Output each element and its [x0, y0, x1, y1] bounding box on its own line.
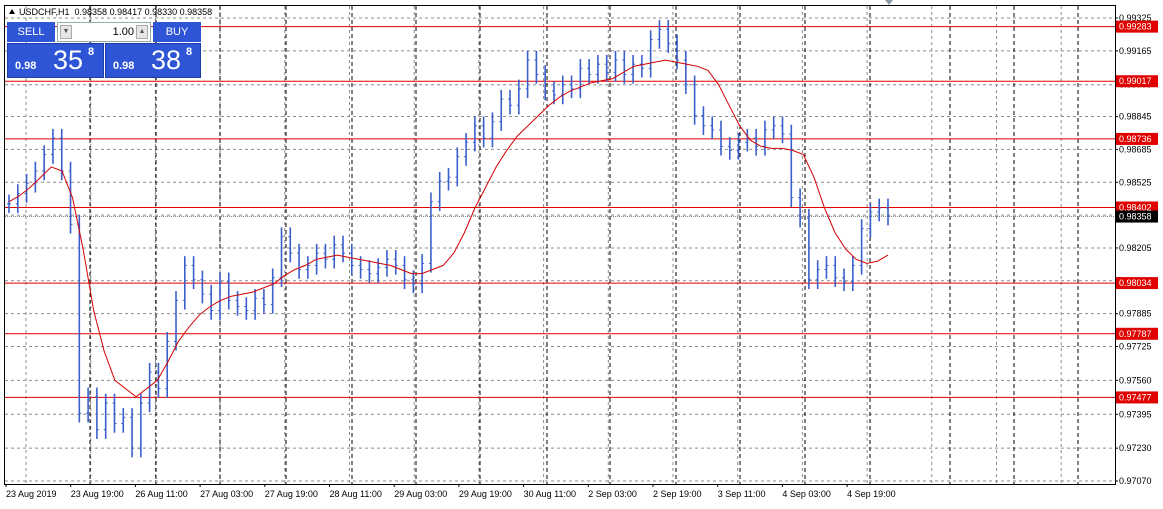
x-tick-label: 23 Aug 19:00: [71, 489, 124, 499]
price-bars: [7, 20, 890, 458]
current-price-label: 0.98358: [1119, 212, 1152, 222]
lot-size-stepper[interactable]: ▼ ▲: [57, 22, 151, 42]
lot-increase-icon[interactable]: ▲: [136, 25, 148, 39]
y-tick-label: 0.99165: [1119, 46, 1152, 56]
symbol-name: USDCHF,H1: [19, 7, 70, 17]
buy-price-pips: 38: [151, 45, 182, 75]
y-tick-label: 0.98525: [1119, 177, 1152, 187]
sell-button[interactable]: SELL: [7, 22, 55, 42]
symbol-ohlc: 0.98358 0.98417 0.98330 0.98358: [74, 7, 213, 17]
x-tick-label: 4 Sep 19:00: [847, 489, 896, 499]
buy-button[interactable]: BUY: [153, 22, 201, 42]
x-tick-label: 4 Sep 03:00: [782, 489, 831, 499]
x-tick-label: 26 Aug 11:00: [135, 489, 187, 499]
level-label: 0.97787: [1119, 329, 1152, 339]
lot-size-input[interactable]: [74, 25, 134, 39]
level-label: 0.98736: [1119, 134, 1152, 144]
buy-price-prefix: 0.98: [113, 60, 135, 72]
level-label: 0.98034: [1119, 278, 1152, 288]
one-click-trading-panel: SELL ▼ ▲ BUY 0.98 35 8 0.98 38 8: [7, 22, 201, 78]
sell-price-pips: 35: [53, 45, 84, 75]
y-tick-label: 0.97395: [1119, 409, 1152, 419]
price-levels: 0.992830.990170.987360.984020.980340.977…: [5, 20, 1158, 404]
y-tick-label: 0.97230: [1119, 443, 1152, 453]
x-tick-label: 3 Sep 11:00: [718, 489, 766, 499]
y-tick-label: 0.98685: [1119, 144, 1152, 154]
sell-price-fraction: 8: [88, 46, 95, 58]
level-label: 0.99283: [1119, 22, 1152, 32]
y-tick-label: 0.97725: [1119, 342, 1152, 352]
x-tick-label: 30 Aug 11:00: [524, 489, 576, 499]
y-tick-label: 0.98845: [1119, 112, 1152, 122]
sell-price-prefix: 0.98: [15, 60, 37, 72]
y-grid: 0.993250.991650.990000.988450.986850.985…: [5, 13, 1152, 486]
x-tick-label: 2 Sep 03:00: [588, 489, 637, 499]
x-tick-label: 23 Aug 2019: [6, 489, 57, 499]
x-tick-label: 27 Aug 03:00: [200, 489, 253, 499]
y-tick-label: 0.97560: [1119, 375, 1152, 385]
buy-price-fraction: 8: [186, 46, 193, 58]
collapse-triangle-icon[interactable]: [9, 9, 15, 14]
x-tick-label: 2 Sep 19:00: [653, 489, 702, 499]
level-label: 0.99017: [1119, 76, 1152, 86]
x-tick-label: 28 Aug 11:00: [330, 489, 382, 499]
x-tick-label: 29 Aug 19:00: [459, 489, 512, 499]
buy-price-button[interactable]: 0.98 38 8: [105, 43, 201, 78]
symbol-title: USDCHF,H1 0.98358 0.98417 0.98330 0.9835…: [9, 7, 212, 17]
y-tick-label: 0.97885: [1119, 309, 1152, 319]
y-tick-label: 0.97070: [1119, 476, 1152, 486]
x-grid: 23 Aug 2019 23 Aug 19:00 26 Aug 11:00 27 Au…: [5, 6, 1079, 499]
sell-price-button[interactable]: 0.98 35 8: [7, 43, 104, 78]
y-tick-label: 0.98205: [1119, 243, 1152, 253]
lot-decrease-icon[interactable]: ▼: [60, 25, 72, 39]
x-tick-label: 27 Aug 19:00: [265, 489, 318, 499]
level-label: 0.97477: [1119, 392, 1152, 402]
x-tick-label: 29 Aug 03:00: [394, 489, 447, 499]
chart-shift-marker-icon[interactable]: [885, 0, 893, 5]
